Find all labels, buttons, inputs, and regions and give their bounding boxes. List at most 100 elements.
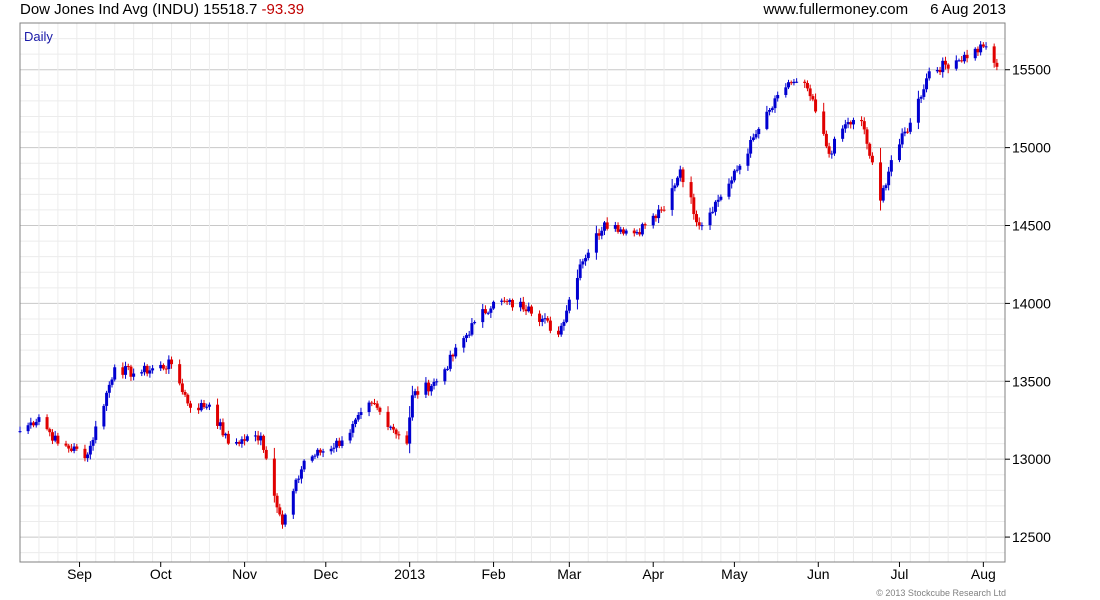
price-bar <box>673 183 677 192</box>
price-bar <box>787 79 791 90</box>
price-bar <box>45 414 49 431</box>
price-bar <box>145 364 149 377</box>
price-bar <box>808 84 812 101</box>
price-bar <box>805 80 809 92</box>
price-bar <box>770 106 774 113</box>
price-bar <box>435 378 439 386</box>
price-bar <box>946 63 950 74</box>
price-bar <box>50 429 54 445</box>
price-bar <box>253 430 257 442</box>
price-bar <box>75 443 79 451</box>
price-bar <box>827 142 831 158</box>
x-tick-label: Aug <box>971 566 996 582</box>
price-bar <box>681 167 685 188</box>
price-bar <box>938 66 942 75</box>
price-bar <box>849 120 853 129</box>
y-tick-label: 14000 <box>1012 295 1051 311</box>
price-bar <box>129 364 133 381</box>
price-bar <box>689 176 693 204</box>
price-bar <box>216 398 220 430</box>
price-bar <box>132 368 136 381</box>
price-bar <box>776 91 780 102</box>
price-bar <box>291 488 295 519</box>
price-bar <box>486 311 490 316</box>
price-bar <box>922 84 926 100</box>
price-bar <box>635 229 639 235</box>
price-bar <box>140 369 144 377</box>
price-bar <box>72 443 76 454</box>
price-bar <box>69 443 73 453</box>
price-bar <box>359 407 363 419</box>
price-bar <box>851 117 855 130</box>
price-chart: 12500 13000 13500 14000 14500 15000 15500 Sep Oc… <box>18 22 1051 582</box>
price-bar <box>521 296 525 312</box>
price-bar <box>167 355 171 374</box>
price-bar <box>916 90 920 130</box>
price-bar <box>692 193 696 220</box>
price-bar <box>48 427 52 437</box>
price-bar <box>299 466 303 484</box>
price-bar <box>313 453 317 459</box>
price-bar <box>159 361 163 372</box>
price-bar <box>884 183 888 191</box>
price-bar <box>397 431 401 440</box>
x-tick-label: Jun <box>807 566 830 582</box>
price-bar <box>424 377 428 399</box>
y-tick-label: 14500 <box>1012 218 1051 234</box>
price-bar <box>716 194 720 207</box>
price-bar <box>822 102 826 136</box>
price-bar <box>943 56 947 70</box>
price-bar <box>245 434 249 443</box>
price-bar <box>121 362 125 379</box>
price-bar <box>879 147 883 211</box>
price-bar <box>540 315 544 327</box>
price-bar <box>483 305 487 315</box>
price-bar <box>954 55 958 71</box>
price-bars <box>18 41 999 529</box>
price-bar <box>224 432 228 439</box>
price-bar <box>370 400 374 407</box>
price-bar <box>429 384 433 396</box>
price-bar <box>142 362 146 376</box>
price-bar <box>527 302 531 313</box>
price-bar <box>619 226 623 235</box>
price-bar <box>372 398 376 406</box>
y-tick-label: 15000 <box>1012 140 1051 156</box>
price-bar <box>448 350 452 372</box>
price-bar <box>356 412 360 422</box>
price-bar <box>925 73 929 93</box>
price-bar <box>600 226 604 240</box>
price-bar <box>335 438 339 452</box>
price-bar <box>906 128 910 134</box>
price-bar <box>264 446 268 461</box>
x-tick-label: Dec <box>313 566 338 582</box>
price-bar <box>746 148 750 171</box>
price-bar <box>32 420 36 428</box>
price-bar <box>519 297 523 312</box>
x-tick-label: Feb <box>481 566 505 582</box>
price-bar <box>657 204 661 224</box>
x-tick-label: Nov <box>232 566 257 582</box>
price-bar <box>105 390 109 411</box>
price-bar <box>432 378 436 390</box>
price-bar <box>427 379 431 396</box>
price-bar <box>205 403 209 410</box>
price-bar <box>529 304 533 317</box>
price-bar <box>337 437 341 449</box>
price-bar <box>846 117 850 129</box>
price-bar <box>962 51 966 64</box>
price-bar <box>321 448 325 458</box>
price-bar <box>605 217 609 231</box>
price-bar <box>91 437 95 451</box>
price-bar <box>919 95 923 104</box>
price-bar <box>226 430 230 445</box>
price-bar <box>965 49 969 63</box>
x-tick-label: Mar <box>557 566 581 582</box>
price-bar <box>697 217 701 230</box>
price-bar <box>389 425 393 431</box>
price-bar <box>348 429 352 444</box>
price-bar <box>662 205 666 212</box>
price-bar <box>960 55 964 63</box>
price-bar <box>984 42 988 50</box>
price-bar <box>565 305 569 324</box>
